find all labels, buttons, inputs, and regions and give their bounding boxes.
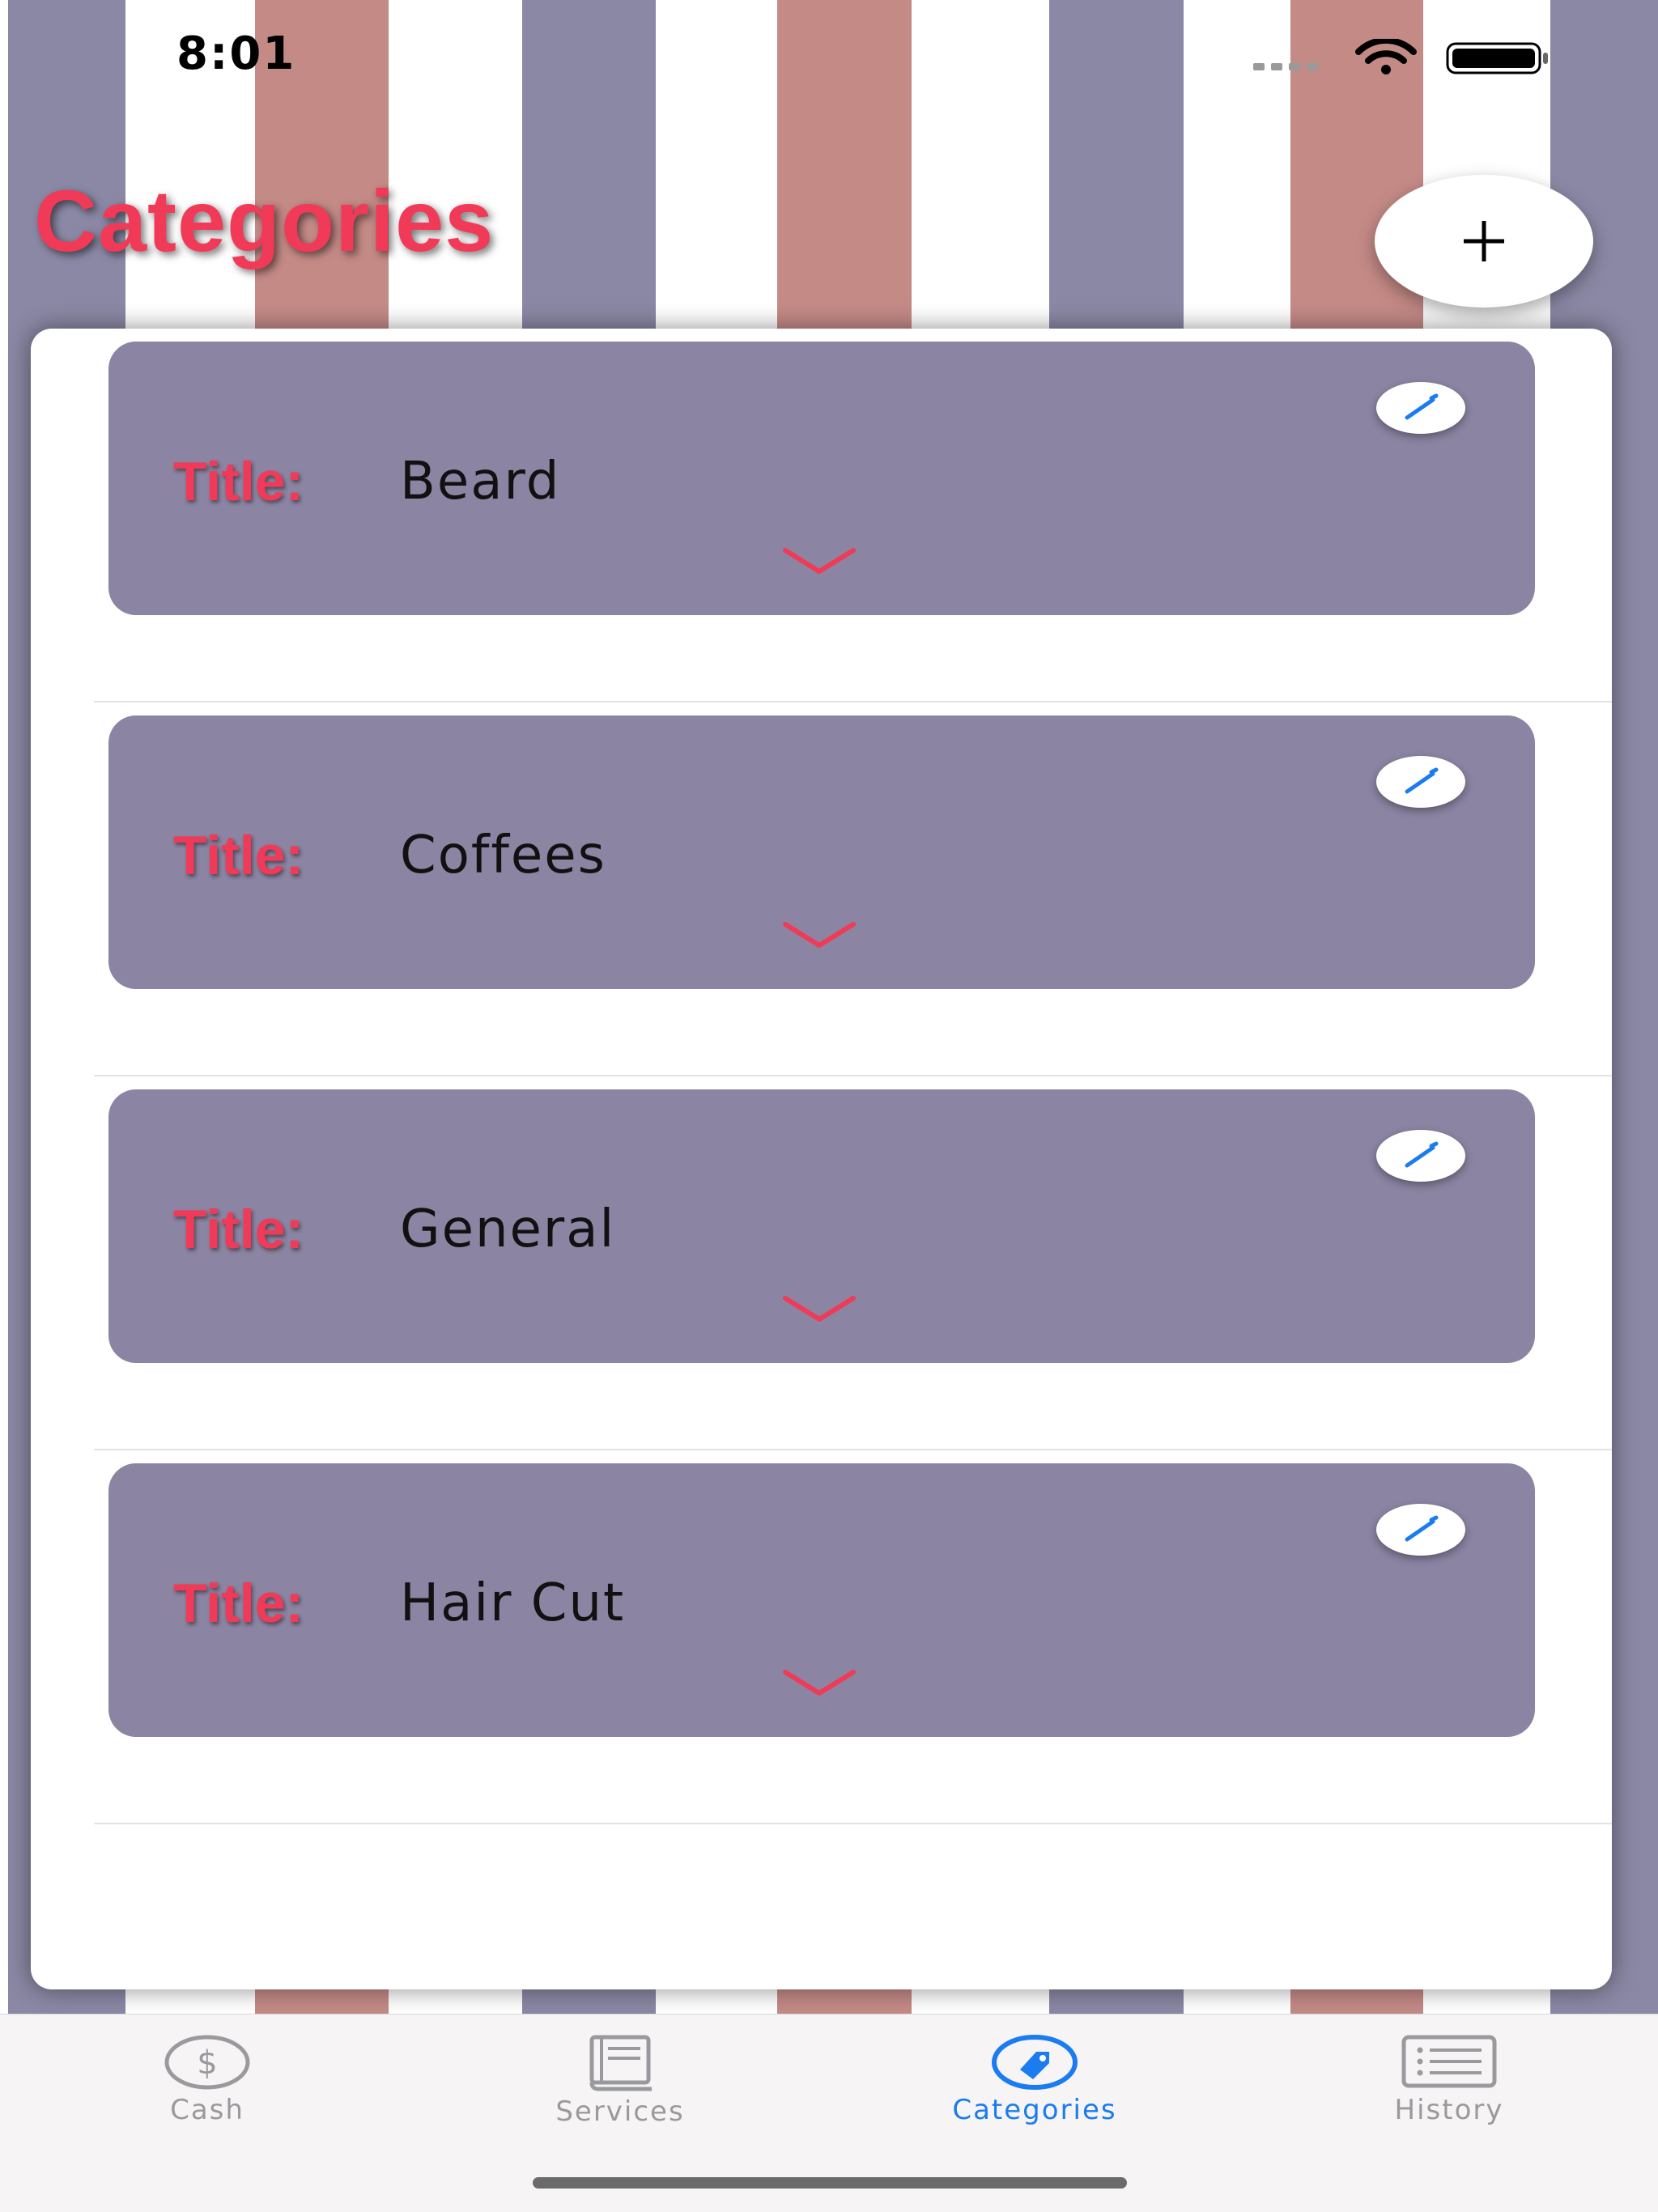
category-title: Beard [400, 452, 561, 512]
list-item[interactable]: Title: General [31, 1076, 1612, 1450]
edit-button[interactable] [1376, 1130, 1465, 1182]
edit-button[interactable] [1376, 756, 1465, 808]
category-card[interactable]: Title: Beard [108, 342, 1535, 615]
list-icon [1401, 2035, 1497, 2088]
category-list[interactable]: Title: Beard Title: Coffees Title: Gener… [31, 329, 1612, 1989]
tab-label: Services [555, 2095, 685, 2128]
battery-icon [1446, 42, 1548, 74]
pencil-icon [1405, 1141, 1439, 1168]
pencil-icon [1405, 393, 1439, 420]
title-label: Title: [173, 451, 304, 512]
edit-button[interactable] [1376, 382, 1465, 434]
list-item[interactable]: Title: Beard [31, 329, 1612, 703]
tab-categories[interactable]: Categories [913, 2034, 1156, 2126]
cellular-signal-icon [1253, 63, 1318, 70]
add-category-button[interactable] [1375, 175, 1593, 308]
title-label: Title: [173, 1573, 304, 1634]
svg-text:$: $ [197, 2044, 217, 2082]
book-icon [589, 2035, 652, 2091]
category-card[interactable]: Title: Coffees [108, 715, 1535, 989]
chevron-down-icon[interactable] [780, 1292, 858, 1324]
row-divider [94, 1823, 1612, 1824]
category-card[interactable]: Title: General [108, 1089, 1535, 1363]
category-title: General [400, 1199, 616, 1259]
category-title: Coffees [400, 826, 606, 885]
category-title: Hair Cut [400, 1573, 626, 1633]
edit-button[interactable] [1376, 1504, 1465, 1556]
wifi-icon [1355, 39, 1417, 74]
title-label: Title: [173, 1199, 304, 1260]
tab-cash[interactable]: $ Cash [86, 2034, 329, 2126]
title-label: Title: [173, 825, 304, 886]
chevron-down-icon[interactable] [780, 918, 858, 950]
plus-icon [1464, 221, 1504, 261]
page-title: Categories [34, 172, 495, 270]
category-card[interactable]: Title: Hair Cut [108, 1463, 1535, 1737]
dollar-circle-icon: $ [164, 2035, 250, 2090]
tab-label: Cash [170, 2094, 244, 2126]
home-indicator[interactable] [533, 2177, 1127, 2189]
status-time: 8:01 [176, 28, 296, 80]
chevron-down-icon[interactable] [780, 544, 858, 576]
tab-history[interactable]: History [1328, 2034, 1571, 2126]
tab-services[interactable]: Services [499, 2034, 742, 2128]
tab-label: Categories [952, 2094, 1117, 2126]
pencil-icon [1405, 767, 1439, 794]
chevron-down-icon[interactable] [780, 1666, 858, 1698]
pencil-icon [1405, 1515, 1439, 1542]
list-item[interactable]: Title: Coffees [31, 703, 1612, 1076]
tab-label: History [1394, 2094, 1504, 2126]
tag-icon [992, 2035, 1078, 2090]
list-item[interactable]: Title: Hair Cut [31, 1450, 1612, 1824]
